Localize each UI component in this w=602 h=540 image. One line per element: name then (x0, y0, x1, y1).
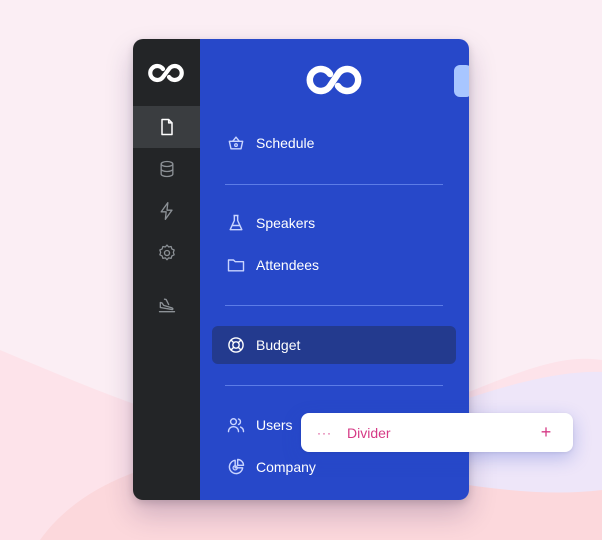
icon-rail (133, 39, 200, 500)
rail-item-departures[interactable] (133, 284, 200, 326)
basket-icon (226, 133, 246, 153)
nav-item-label: Budget (256, 337, 301, 353)
database-icon (160, 160, 173, 178)
nav-item-label: Attendees (256, 257, 320, 273)
nav-item-budget[interactable]: Budget (212, 326, 456, 364)
divider (225, 305, 443, 306)
rail-item-settings[interactable] (133, 232, 200, 274)
nav-item-company[interactable]: Company (212, 448, 456, 486)
gear-icon (158, 244, 175, 261)
divider-drag-item[interactable]: ··· Divider + (301, 413, 573, 452)
nav-item-label: Users (256, 417, 293, 433)
drag-handle-icon[interactable]: ··· (317, 426, 335, 440)
nav-item-label: Company (256, 459, 316, 475)
plane-landing-icon (158, 298, 175, 313)
pie-chart-icon (226, 457, 246, 477)
add-icon[interactable]: + (537, 422, 555, 443)
lifebuoy-icon (226, 335, 246, 355)
logo-icon (148, 63, 184, 83)
rail-item-documents[interactable] (133, 106, 200, 148)
flask-icon (226, 213, 246, 233)
nav-item-speakers[interactable]: Speakers (212, 204, 456, 242)
brand-logo-icon (306, 65, 362, 95)
folder-icon (226, 255, 246, 275)
nav-item-label: Speakers (256, 215, 316, 231)
divider (225, 385, 443, 386)
collapse-handle[interactable] (454, 65, 469, 97)
lightning-icon (160, 202, 173, 220)
users-icon (226, 415, 246, 435)
rail-item-lightning[interactable] (133, 190, 200, 232)
drag-item-label: Divider (347, 424, 391, 441)
nav-item-label: Schedule (256, 135, 315, 151)
file-icon (160, 118, 173, 136)
divider (225, 184, 443, 185)
nav-item-schedule[interactable]: Schedule (212, 124, 456, 162)
nav-item-attendees[interactable]: Attendees (212, 246, 456, 284)
rail-item-database[interactable] (133, 148, 200, 190)
